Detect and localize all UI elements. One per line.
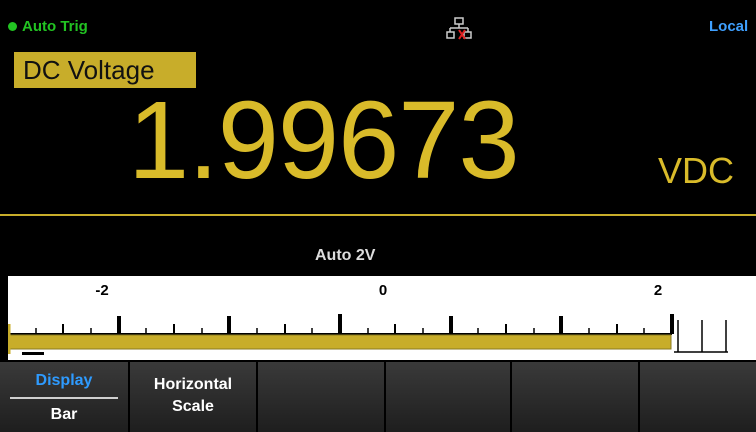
bar-scale: -2 0 2 <box>8 282 728 355</box>
softkey-scale-label: Scale <box>172 398 214 415</box>
softkey-display-value: Bar <box>50 406 78 423</box>
trigger-status: Auto Trig <box>8 18 88 35</box>
tick-label-0: 0 <box>379 282 387 299</box>
remote-status: Local <box>709 18 749 35</box>
softkey-display-label: Display <box>35 372 93 389</box>
tick-label-2: 2 <box>654 282 662 299</box>
softkey-divider <box>10 397 118 399</box>
trigger-indicator-icon <box>8 22 17 31</box>
display-bar-softkey[interactable]: Display Bar <box>0 362 130 432</box>
main-reading: 1.99673 <box>128 79 520 202</box>
overrange-region <box>674 320 728 353</box>
softkey-bar: Display Bar Horizontal Scale <box>0 362 756 432</box>
horizontal-scale-softkey[interactable]: Horizontal Scale <box>130 362 258 432</box>
lan-disconnected-icon <box>446 17 472 40</box>
status-bar: Auto Trig Local <box>0 0 756 44</box>
softkey-6[interactable] <box>640 362 756 432</box>
bar-underline <box>22 352 44 355</box>
tick-label-neg2: -2 <box>95 282 108 299</box>
reading-unit: VDC <box>658 150 735 191</box>
tick-marks <box>35 314 674 334</box>
bar-fill <box>8 334 672 350</box>
bar-graph: -2 0 2 <box>8 276 756 360</box>
trigger-label: Auto Trig <box>22 18 88 35</box>
softkey-5[interactable] <box>512 362 640 432</box>
softkey-4[interactable] <box>386 362 512 432</box>
softkey-horizontal-label: Horizontal <box>153 376 233 393</box>
range-label: Auto 2V <box>315 247 376 264</box>
display-divider <box>0 214 756 216</box>
softkey-3[interactable] <box>258 362 386 432</box>
